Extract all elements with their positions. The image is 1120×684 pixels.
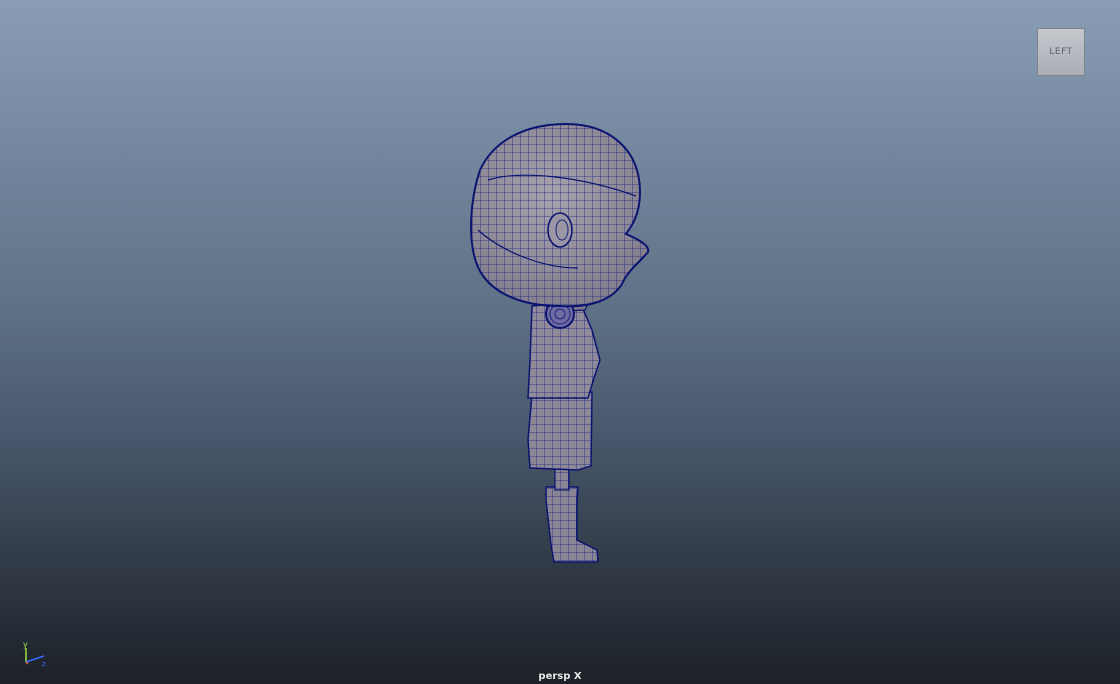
axis-gizmo-icon: y z — [23, 640, 46, 668]
perspective-viewport[interactable]: LEFT y z persp X — [0, 0, 1120, 684]
boot-mesh — [545, 486, 599, 563]
axis-label-y: y — [23, 640, 28, 649]
character-wireframe-model[interactable] — [0, 0, 1120, 684]
shorts-mesh — [527, 391, 593, 471]
view-cube-label: LEFT — [1049, 47, 1073, 57]
view-cube[interactable]: LEFT — [1037, 28, 1085, 76]
camera-name-label: persp X — [538, 671, 582, 682]
axis-label-z: z — [42, 660, 46, 668]
ear-mesh — [547, 212, 573, 248]
